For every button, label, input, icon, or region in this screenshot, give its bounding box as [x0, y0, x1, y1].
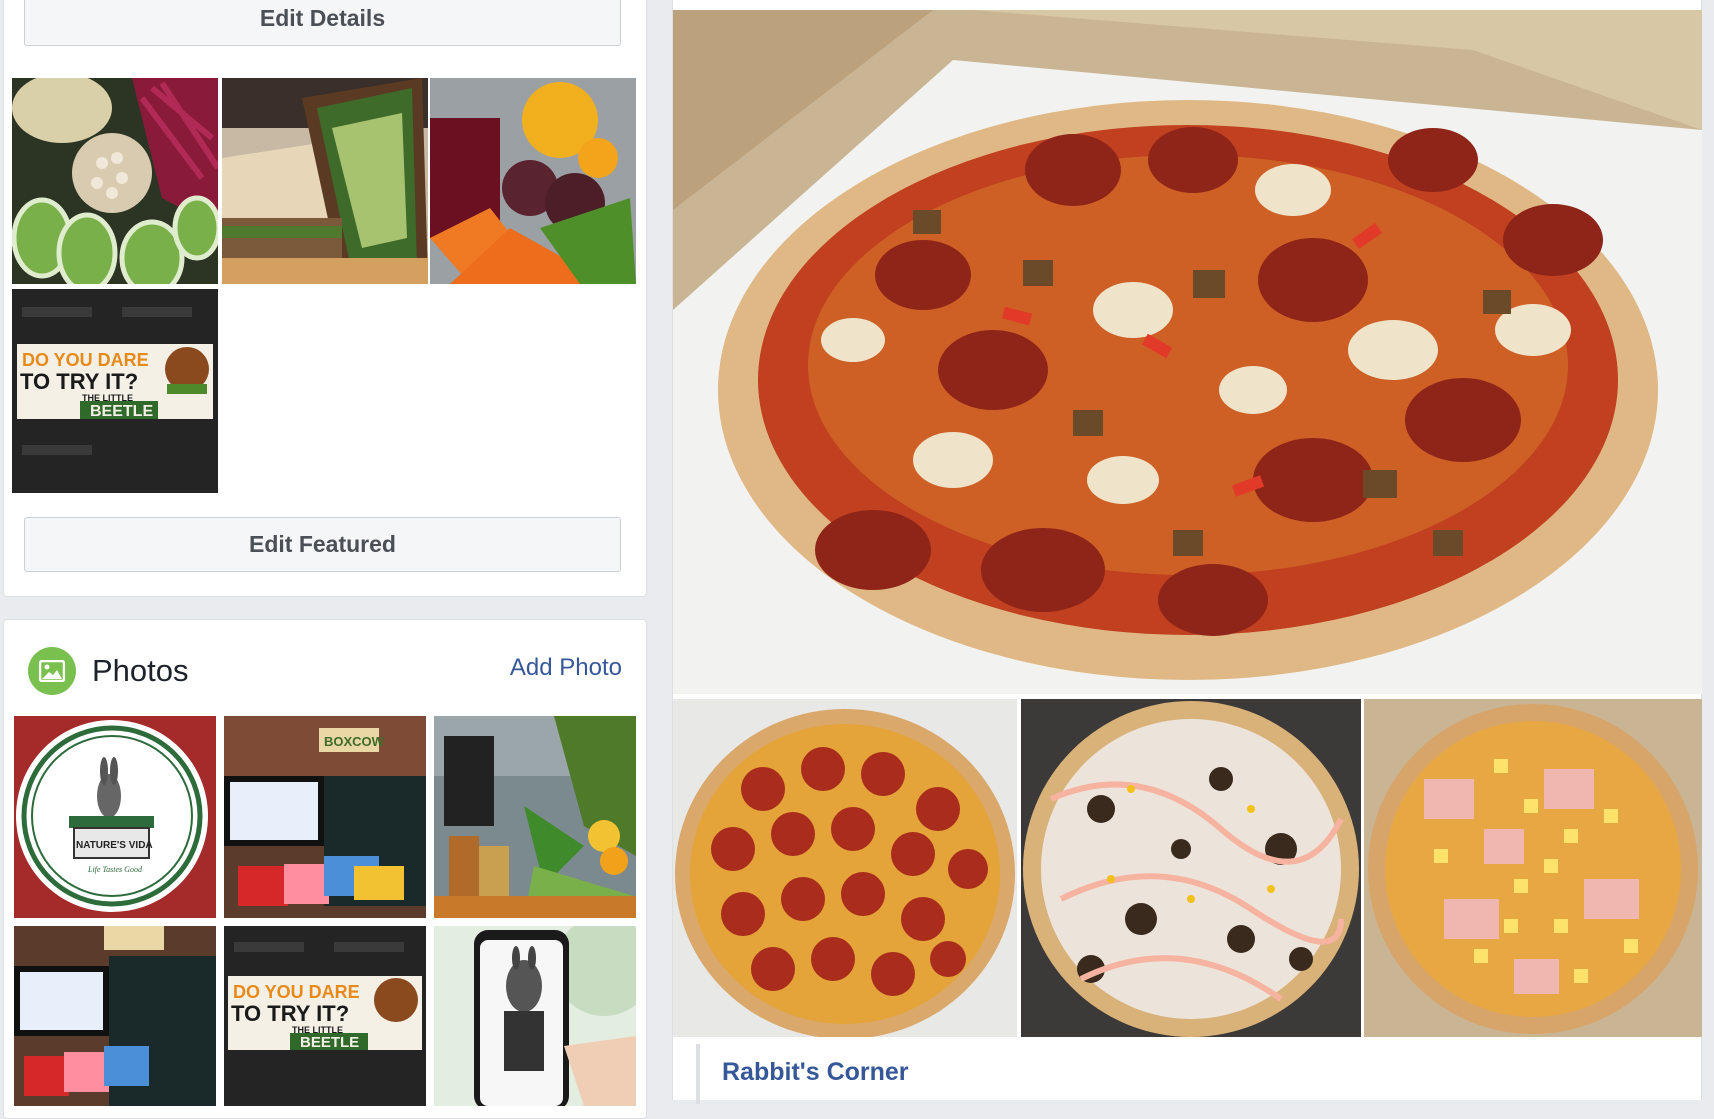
photo-logo-text: NATURE'S VIDA [76, 840, 153, 851]
photo-store-display-2[interactable] [14, 926, 216, 1106]
photo-phone-app[interactable] [434, 926, 636, 1106]
featured-promo-line4: BEETLE [90, 403, 153, 420]
featured-promo-line1: DO YOU DARE [22, 350, 149, 370]
photo-store-display[interactable]: BOXCOW [224, 716, 426, 918]
featured-photo-sandwich[interactable] [222, 78, 428, 284]
edit-featured-button[interactable]: Edit Featured [24, 517, 621, 572]
photo-juicer-produce[interactable] [434, 716, 636, 918]
featured-photo-salad-bowl[interactable] [12, 78, 218, 284]
photos-header: Photos [28, 646, 189, 696]
post-photo-hawaiian-pizza[interactable] [1364, 699, 1702, 1037]
photo-store-sign: BOXCOW [324, 734, 385, 749]
post-photo-loaded-pizza[interactable] [1021, 699, 1361, 1037]
featured-promo-line2: TO TRY IT? [20, 369, 138, 394]
photo-beetle-promo[interactable]: DO YOU DARE TO TRY IT? THE LITTLE BEETLE [224, 926, 426, 1106]
post-photo-pizza-main[interactable] [673, 10, 1702, 694]
photo-logo-tagline: Life Tastes Good [87, 865, 143, 874]
link-preview-title[interactable]: Rabbit's Corner [722, 1058, 909, 1087]
featured-photo-beetle-promo[interactable]: DO YOU DARE TO TRY IT? THE LITTLE BEETLE [12, 289, 218, 493]
photo-logo-natures-vida[interactable]: NATURE'S VIDA Life Tastes Good [14, 716, 216, 918]
photo-promo-line4: BEETLE [300, 1034, 359, 1051]
photos-icon [28, 647, 76, 695]
post-photo-pepperoni-pizza[interactable] [673, 699, 1017, 1037]
featured-photo-juice-produce[interactable] [430, 78, 636, 284]
edit-details-button[interactable]: Edit Details [24, 0, 621, 46]
photo-promo-line2: TO TRY IT? [231, 1001, 349, 1026]
photos-title: Photos [92, 653, 189, 688]
add-photo-link[interactable]: Add Photo [510, 654, 622, 682]
photo-promo-line1: DO YOU DARE [233, 982, 360, 1002]
